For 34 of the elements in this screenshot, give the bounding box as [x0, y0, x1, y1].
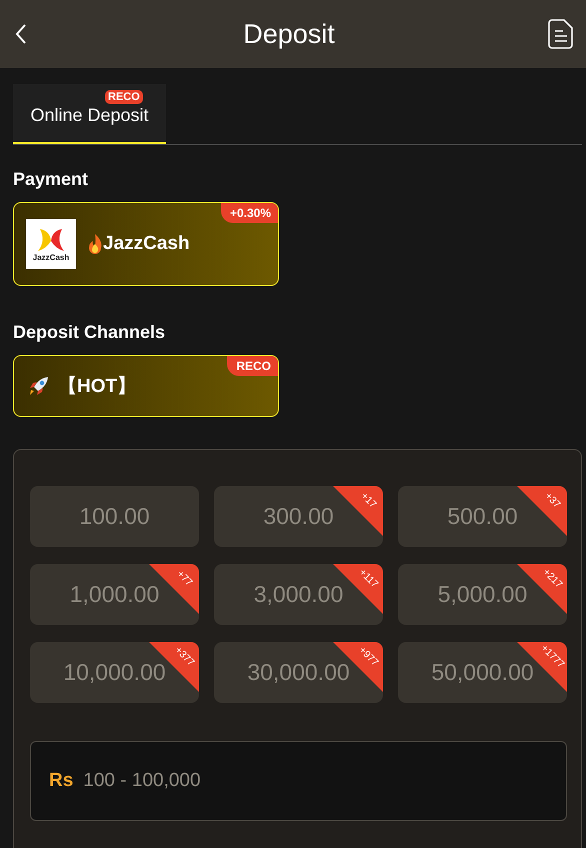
channel-card[interactable]: 【HOT】 RECO [13, 355, 279, 417]
amount-field[interactable]: Rs 100 - 100,000 [30, 741, 567, 821]
section-heading: Payment [13, 169, 90, 190]
logo: JazzCash [26, 219, 76, 269]
amount-button[interactable]: 300.00 +17 [214, 486, 383, 547]
amount-button[interactable]: 100.00 [30, 486, 199, 547]
record-button[interactable] [548, 19, 574, 49]
badge: RECO [105, 90, 143, 104]
page-title: Deposit [243, 18, 335, 50]
channel-name: 【HOT】 [58, 374, 136, 399]
recommend-badge: RECO [227, 356, 278, 376]
amount-button[interactable]: 5,000.00 +217 [398, 564, 567, 625]
amount-button[interactable]: 1,000.00 +77 [30, 564, 199, 625]
amount-button[interactable]: 10,000.00 +377 [30, 642, 199, 703]
bonus-label: +217 [540, 568, 564, 590]
payment-name: JazzCash [103, 233, 190, 255]
flame-icon [88, 234, 102, 254]
document-icon [548, 19, 574, 49]
bonus-label: +37 [542, 491, 562, 511]
bonus-label: +117 [356, 568, 380, 590]
bonus-label: +77 [174, 569, 194, 589]
rocket-icon [28, 375, 50, 397]
section-heading: Deposit Channels [13, 322, 166, 343]
amount-button[interactable]: 3,000.00 +117 [214, 564, 383, 625]
amount-input[interactable]: 100 - 100,000 [81, 769, 548, 793]
bonus-label: +17 [358, 491, 378, 511]
tab[interactable]: RECO Online Deposit [13, 84, 166, 144]
amount-button[interactable]: 30,000.00 +977 [214, 642, 383, 703]
amount-button[interactable]: 500.00 +37 [398, 486, 567, 547]
bonus-badge: +0.30% [220, 203, 278, 223]
currency-label: Rs [49, 770, 74, 792]
bonus-label: +377 [172, 646, 196, 668]
bonus-label: +977 [356, 646, 380, 668]
payment-card[interactable]: JazzCash JazzCash +0.30% [13, 202, 279, 286]
